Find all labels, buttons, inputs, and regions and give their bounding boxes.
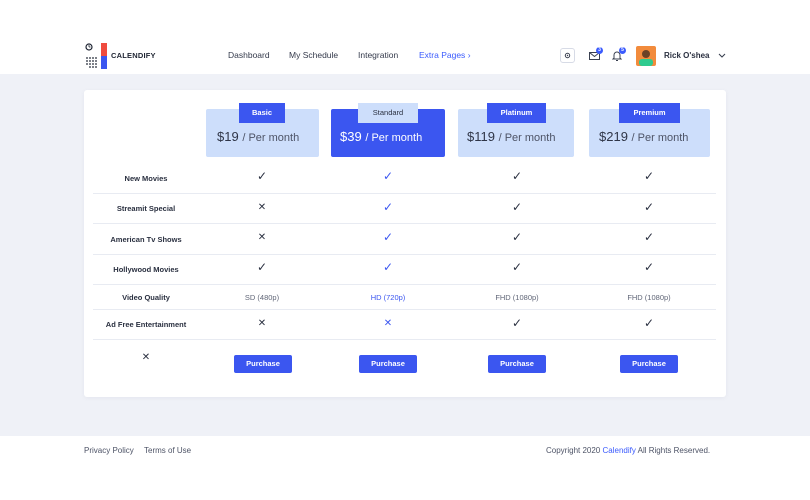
top-header: CALENDIFY Dashboard My Schedule Integrat… — [0, 32, 810, 74]
plan-premium-amount: $219 — [599, 129, 628, 144]
feature-label-hollywood-movies: Hollywood Movies — [113, 265, 179, 274]
cell-video-quality-basic: SD (480p) — [244, 293, 280, 302]
plan-basic-amount: $19 — [217, 129, 239, 144]
row-divider — [93, 223, 716, 224]
purchase-premium-button[interactable]: Purchase — [620, 355, 678, 373]
plan-standard-period: / Per month — [365, 132, 423, 144]
feature-label-american-tv-shows: American Tv Shows — [110, 235, 182, 244]
close-icon: ✕ — [141, 352, 151, 363]
check-icon: ✓ — [511, 316, 523, 330]
nav-extra-pages-label: Extra Pages — [419, 50, 466, 60]
purchase-basic-button[interactable]: Purchase — [234, 355, 292, 373]
check-icon: ✓ — [382, 230, 394, 244]
plan-platinum-price: $119 / Per month — [467, 129, 555, 144]
copyright-prefix: Copyright 2020 — [546, 446, 601, 455]
plan-basic-ribbon: Basic — [239, 103, 285, 123]
plan-premium-period: / Per month — [631, 132, 689, 144]
check-icon: ✓ — [256, 260, 268, 274]
cell-video-quality-premium: FHD (1080p) — [627, 293, 671, 302]
notifications-button[interactable]: 5 — [612, 47, 626, 63]
brand-name: CALENDIFY — [111, 51, 156, 60]
terms-of-use-link[interactable]: Terms of Use — [144, 446, 191, 455]
user-name[interactable]: Rick O'shea — [664, 51, 709, 60]
chevron-down-icon[interactable] — [718, 53, 726, 59]
plan-premium-ribbon: Premium — [619, 103, 680, 123]
plan-standard-amount: $39 — [340, 129, 362, 144]
check-icon: ✓ — [511, 230, 523, 244]
check-icon: ✓ — [643, 230, 655, 244]
check-icon: ✓ — [643, 200, 655, 214]
mail-count-badge: 3 — [596, 47, 603, 54]
plan-platinum-amount: $119 — [467, 129, 495, 144]
feature-label-streamit-special: Streamit Special — [116, 204, 176, 213]
row-divider — [93, 254, 716, 255]
row-divider — [93, 309, 716, 310]
privacy-policy-link[interactable]: Privacy Policy — [84, 446, 134, 455]
chevron-right-icon: › — [467, 50, 471, 60]
check-icon: ✓ — [643, 169, 655, 183]
avatar-image — [636, 46, 656, 66]
check-icon: ✓ — [382, 260, 394, 274]
brand-logo[interactable]: CALENDIFY — [85, 43, 165, 69]
notification-count-badge: 5 — [619, 47, 626, 54]
check-icon: ✓ — [511, 200, 523, 214]
copyright-brand-link[interactable]: Calendify — [603, 446, 636, 455]
plan-basic-period: / Per month — [242, 132, 300, 144]
purchase-standard-button[interactable]: Purchase — [359, 355, 417, 373]
plan-standard-ribbon: Standard — [358, 103, 418, 123]
close-icon: ✕ — [383, 318, 393, 329]
feature-label-ad-free: Ad Free Entertainment — [105, 320, 187, 329]
plan-premium-price: $219 / Per month — [599, 129, 688, 144]
cell-video-quality-platinum: FHD (1080p) — [495, 293, 539, 302]
check-icon: ✓ — [256, 169, 268, 183]
feature-label-video-quality: Video Quality — [122, 293, 170, 302]
row-divider — [93, 284, 716, 285]
plan-basic-price: $19 / Per month — [217, 129, 299, 144]
nav-my-schedule[interactable]: My Schedule — [289, 50, 338, 60]
plan-platinum-ribbon: Platinum — [487, 103, 546, 123]
close-icon: ✕ — [257, 202, 267, 213]
copyright-suffix: All Rights Reserved. — [637, 446, 711, 455]
gear-icon — [564, 52, 571, 59]
plan-platinum-period: / Per month — [498, 132, 556, 144]
nav-extra-pages[interactable]: Extra Pages › — [419, 50, 471, 60]
plan-standard-price: $39 / Per month — [340, 129, 422, 144]
copyright-text: Copyright 2020 Calendify All Rights Rese… — [546, 446, 710, 455]
check-icon: ✓ — [511, 169, 523, 183]
calendify-logo-icon — [85, 43, 107, 69]
close-icon: ✕ — [257, 318, 267, 329]
pricing-table-card: Basic $19 / Per month Standard $39 / Per… — [84, 90, 726, 397]
check-icon: ✓ — [643, 316, 655, 330]
feature-label-new-movies: New Movies — [124, 174, 168, 183]
user-avatar[interactable] — [636, 46, 656, 66]
nav-integration[interactable]: Integration — [358, 50, 398, 60]
close-icon: ✕ — [257, 232, 267, 243]
nav-dashboard[interactable]: Dashboard — [228, 50, 270, 60]
settings-button[interactable] — [560, 48, 575, 63]
row-divider — [93, 339, 716, 340]
check-icon: ✓ — [382, 200, 394, 214]
row-divider — [93, 193, 716, 194]
mail-button[interactable]: 3 — [589, 47, 603, 63]
check-icon: ✓ — [382, 169, 394, 183]
purchase-platinum-button[interactable]: Purchase — [488, 355, 546, 373]
check-icon: ✓ — [511, 260, 523, 274]
check-icon: ✓ — [643, 260, 655, 274]
cell-video-quality-standard: HD (720p) — [370, 293, 406, 302]
